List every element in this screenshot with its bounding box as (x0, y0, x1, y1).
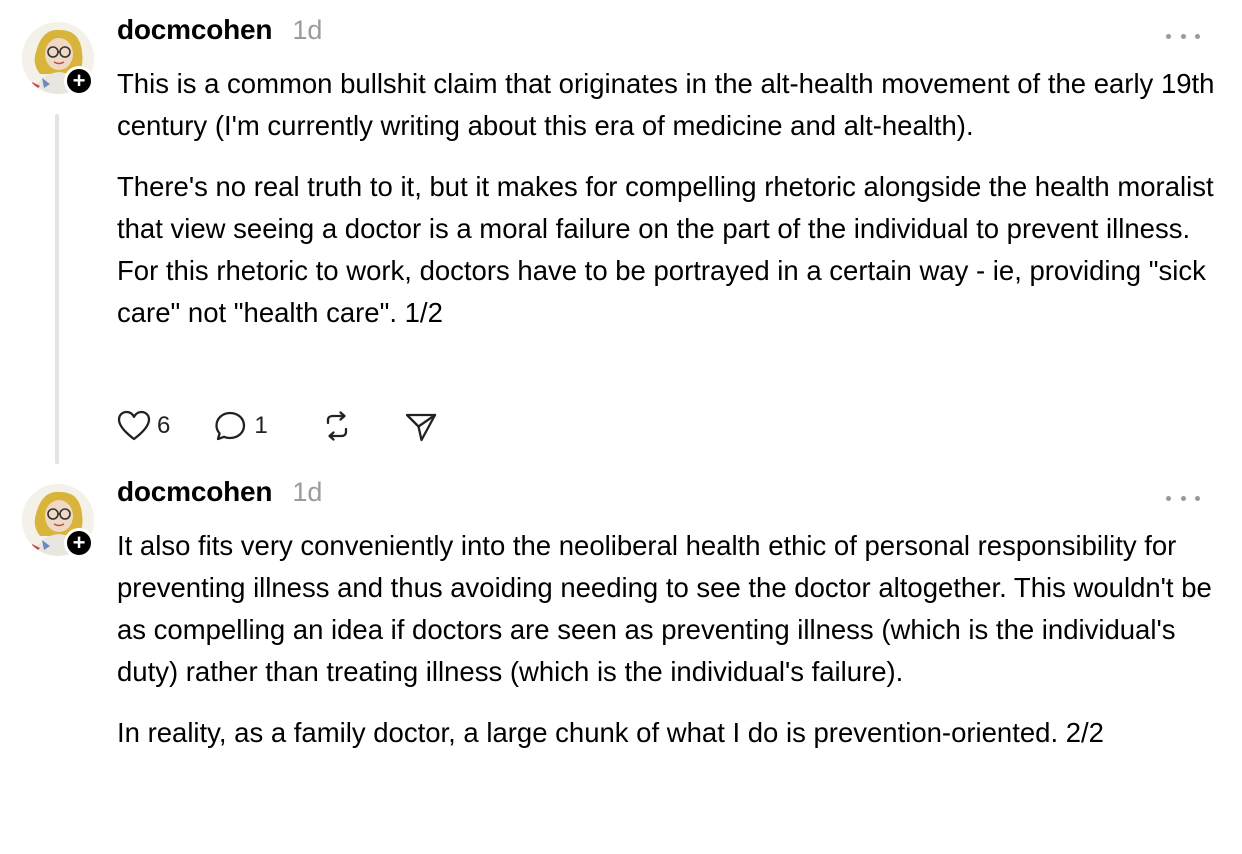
send-icon (405, 413, 436, 442)
post-paragraph: It also fits very conveniently into the … (117, 530, 1212, 687)
like-button[interactable]: 6 (117, 410, 170, 442)
comment-icon (215, 411, 246, 441)
post-body: It also fits very conveniently into the … (117, 525, 1217, 773)
repost-icon (326, 411, 347, 441)
post-paragraph: This is a common bullshit claim that ori… (117, 68, 1215, 141)
post-timestamp: 1d (292, 15, 323, 45)
like-count: 6 (157, 412, 171, 439)
post-header: docmcohen 1d (117, 14, 322, 54)
username[interactable]: docmcohen (117, 476, 273, 508)
post-actions: 6 1 (117, 404, 438, 448)
thread-post-1: + docmcohen 1d This is a common bullshit… (0, 0, 1242, 468)
post-header: docmcohen 1d (117, 476, 322, 516)
more-options-icon[interactable] (1166, 26, 1200, 46)
reply-button[interactable]: 1 (214, 410, 268, 442)
username[interactable]: docmcohen (117, 14, 273, 46)
follow-plus-icon[interactable]: + (64, 66, 94, 96)
heart-icon (117, 410, 151, 441)
thread-connector-line (55, 114, 59, 464)
share-button[interactable] (404, 409, 438, 443)
post-paragraph: There's no real truth to it, but it make… (117, 171, 1214, 328)
post-timestamp: 1d (292, 477, 323, 507)
follow-plus-icon[interactable]: + (64, 528, 94, 558)
post-body: This is a common bullshit claim that ori… (117, 63, 1217, 353)
post-paragraph: In reality, as a family doctor, a large … (117, 717, 1104, 748)
repost-button[interactable] (320, 409, 354, 443)
more-options-icon[interactable] (1166, 488, 1200, 508)
thread-post-2: + docmcohen 1d It also fits very conveni… (0, 468, 1242, 854)
reply-count: 1 (254, 412, 268, 439)
